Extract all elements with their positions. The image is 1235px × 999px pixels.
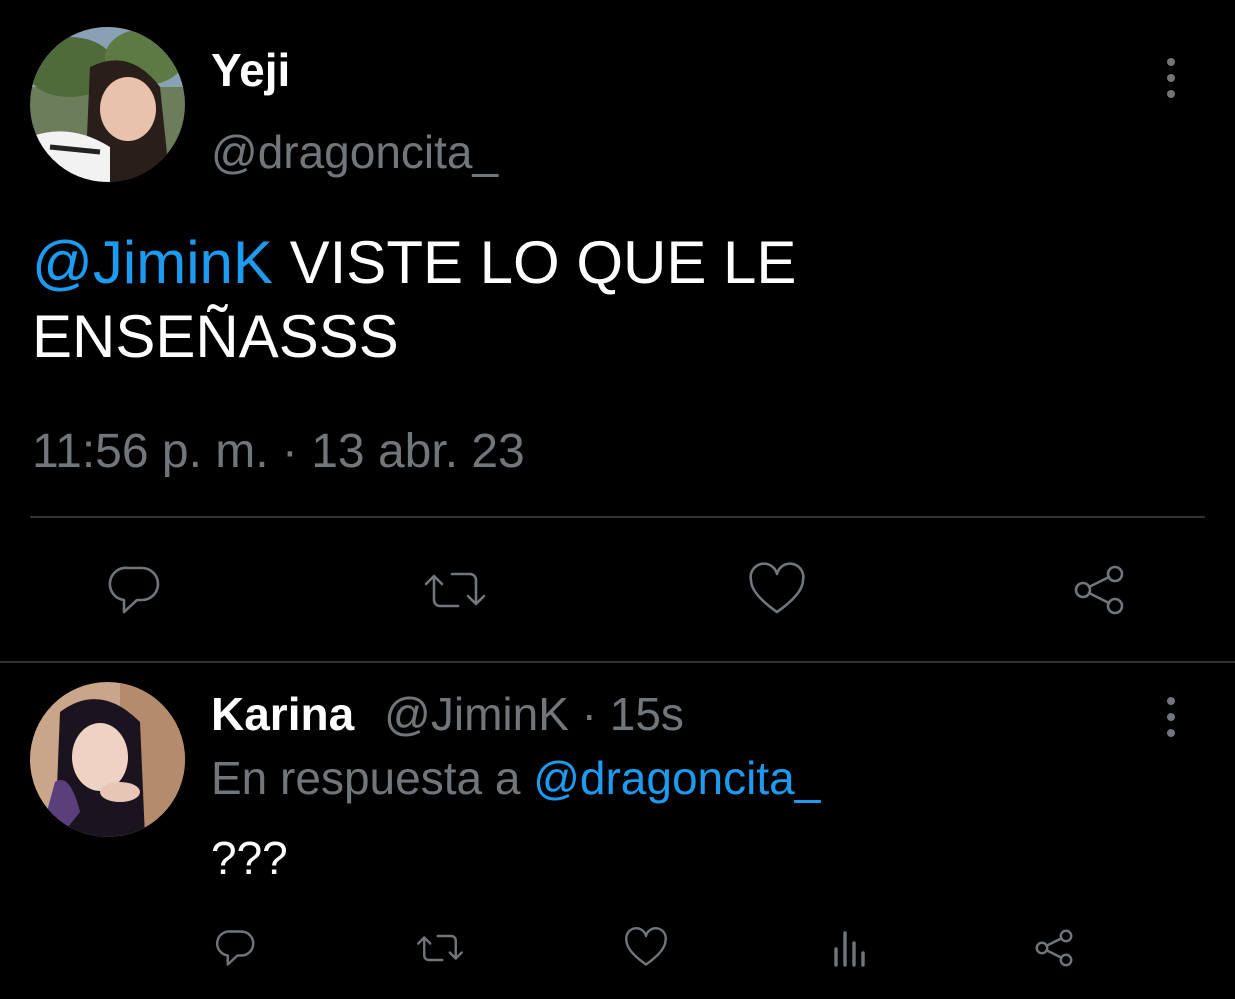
reply-author-handle[interactable]: @JiminK <box>384 688 569 740</box>
reply-reply-icon[interactable] <box>210 922 262 974</box>
reply-icon[interactable] <box>100 558 170 622</box>
author-name[interactable]: Yeji <box>211 42 290 98</box>
share-icon[interactable] <box>1064 558 1134 622</box>
author-handle[interactable]: @dragoncita_ <box>211 124 498 180</box>
reply-like-icon[interactable] <box>620 922 672 974</box>
tweet-text-line1: VISTE LO QUE LE <box>272 229 797 296</box>
reply-more-options-icon[interactable] <box>1164 697 1178 737</box>
reply-retweet-icon[interactable] <box>414 922 466 974</box>
reply-time[interactable]: · 15s <box>569 688 684 740</box>
tweet-text: @JiminK VISTE LO QUE LE ENSEÑASSS <box>32 226 1182 374</box>
reply-share-icon[interactable] <box>1028 922 1080 974</box>
reply-context: En respuesta a @dragoncita_ <box>211 750 820 806</box>
tweet-timestamp[interactable]: 11:56 p. m. · 13 abr. 23 <box>32 422 525 482</box>
retweet-icon[interactable] <box>420 558 490 622</box>
reply-header: Karina @JiminK · 15s <box>211 686 684 742</box>
views-icon[interactable] <box>824 922 876 974</box>
mention-link[interactable]: @JiminK <box>32 229 273 296</box>
author-avatar[interactable] <box>30 27 185 182</box>
divider <box>30 516 1205 518</box>
reply-context-label: En respuesta a <box>211 752 534 804</box>
like-icon[interactable] <box>742 558 812 622</box>
reply-text: ??? <box>211 832 288 884</box>
more-options-icon[interactable] <box>1164 58 1178 98</box>
reply-author-name[interactable]: Karina <box>211 688 354 740</box>
divider <box>0 661 1235 663</box>
tweet-text-line2: ENSEÑASSS <box>32 303 399 370</box>
reply-author-avatar[interactable] <box>30 682 185 837</box>
reply-context-handle[interactable]: @dragoncita_ <box>533 752 820 804</box>
